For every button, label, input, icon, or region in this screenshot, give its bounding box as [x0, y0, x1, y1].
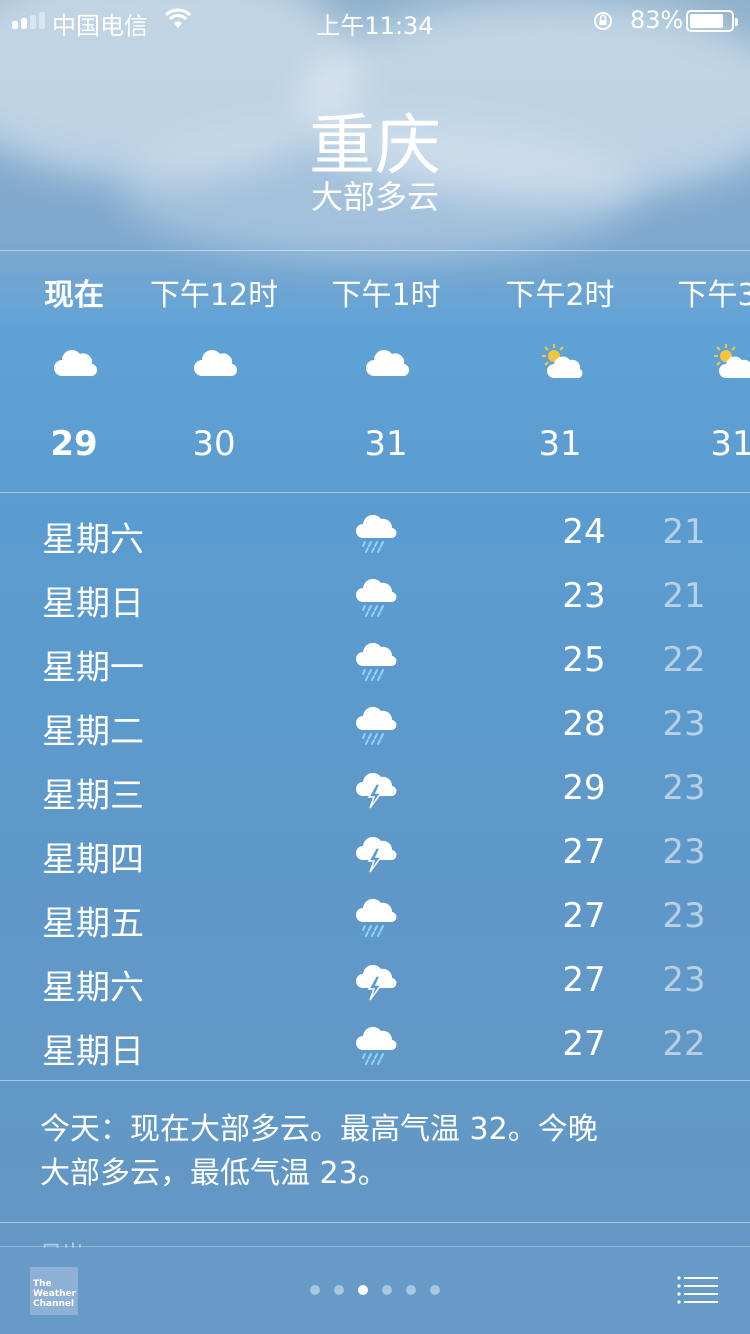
low-temperature: 21: [662, 576, 706, 616]
high-temperature: 27: [562, 896, 606, 936]
page-dot[interactable]: [310, 1285, 320, 1295]
bottom-toolbar: The Weather Channel: [0, 1246, 750, 1334]
day-name: 星期二: [42, 712, 144, 752]
divider: [0, 1222, 750, 1223]
day-name: 星期五: [42, 904, 144, 944]
page-dot[interactable]: [430, 1285, 440, 1295]
divider: [0, 250, 750, 251]
hour-label: 下午3时: [677, 278, 750, 313]
current-condition: 大部多云: [310, 178, 439, 216]
low-temperature: 21: [662, 512, 706, 552]
rotation-lock-icon: [594, 12, 612, 30]
high-temperature: 27: [562, 960, 606, 1000]
high-temperature: 27: [562, 1024, 606, 1064]
hour-temperature: 31: [364, 424, 408, 464]
hour-temperature: 31: [710, 424, 750, 464]
rain-icon: [356, 642, 397, 681]
divider: [0, 492, 750, 493]
page-indicator[interactable]: [0, 1285, 750, 1295]
high-temperature: 29: [562, 768, 606, 808]
low-temperature: 23: [662, 960, 706, 1000]
cloud-icon: [366, 350, 410, 377]
rain-icon: [356, 898, 397, 937]
day-name: 星期三: [42, 776, 144, 816]
status-bar: 中国电信 上午11:34 83%: [0, 0, 750, 40]
low-temperature: 23: [662, 704, 706, 744]
today-summary: 今天：现在大部多云。最高气温 32。今晚 大部多云，最低气温 23。: [40, 1108, 720, 1196]
page-dot[interactable]: [382, 1285, 392, 1295]
low-temperature: 22: [662, 1024, 706, 1064]
thunderstorm-icon: [356, 772, 397, 809]
thunderstorm-icon: [356, 836, 397, 873]
page-dot[interactable]: [358, 1285, 368, 1295]
high-temperature: 25: [562, 640, 606, 680]
high-temperature: 28: [562, 704, 606, 744]
daily-row: 星期六 27 23: [0, 948, 750, 1012]
summary-line: 今天：现在大部多云。最高气温 32。今晚: [40, 1112, 598, 1147]
daily-row: 星期三 29 23: [0, 756, 750, 820]
divider: [0, 1080, 750, 1081]
hour-temperature: 30: [192, 424, 236, 464]
low-temperature: 23: [662, 832, 706, 872]
rain-icon: [356, 706, 397, 745]
daily-row: 星期日 23 21: [0, 564, 750, 628]
hour-label: 下午2时: [505, 278, 615, 313]
daily-row: 星期六 24 21: [0, 500, 750, 564]
low-temperature: 23: [662, 896, 706, 936]
partly-sunny-icon: [542, 344, 583, 378]
daily-row: 星期二 28 23: [0, 692, 750, 756]
daily-row: 星期五 27 23: [0, 884, 750, 948]
rain-icon: [356, 1026, 397, 1065]
hour-temperature: 31: [538, 424, 582, 464]
daily-row: 星期四 27 23: [0, 820, 750, 884]
rain-icon: [356, 578, 397, 617]
thunderstorm-icon: [356, 964, 397, 1001]
hour-label: 下午12时: [149, 278, 279, 313]
day-name: 星期四: [42, 840, 144, 880]
battery-percentage: 83%: [630, 6, 684, 34]
day-name: 星期六: [42, 520, 144, 560]
hour-label: 下午1时: [331, 278, 441, 313]
day-name: 星期六: [42, 968, 144, 1008]
page-dot[interactable]: [334, 1285, 344, 1295]
battery-icon: [686, 10, 738, 32]
high-temperature: 24: [562, 512, 606, 552]
partly-sunny-icon: [714, 344, 750, 378]
high-temperature: 23: [562, 576, 606, 616]
high-temperature: 27: [562, 832, 606, 872]
day-name: 星期日: [42, 584, 144, 624]
rain-icon: [356, 514, 397, 553]
hourly-forecast[interactable]: 现在29下午12时30下午1时31下午2时31下午3时31: [0, 252, 750, 492]
cloud-icon: [54, 350, 98, 377]
daily-row: 星期一 25 22: [0, 628, 750, 692]
low-temperature: 23: [662, 768, 706, 808]
summary-line: 大部多云，最低气温 23。: [40, 1156, 388, 1191]
low-temperature: 22: [662, 640, 706, 680]
daily-row: 星期日 27 22: [0, 1012, 750, 1076]
page-dot[interactable]: [406, 1285, 416, 1295]
day-name: 星期日: [42, 1032, 144, 1072]
cloud-icon: [194, 350, 238, 377]
city-list-icon[interactable]: [676, 1275, 718, 1305]
day-name: 星期一: [42, 648, 144, 688]
